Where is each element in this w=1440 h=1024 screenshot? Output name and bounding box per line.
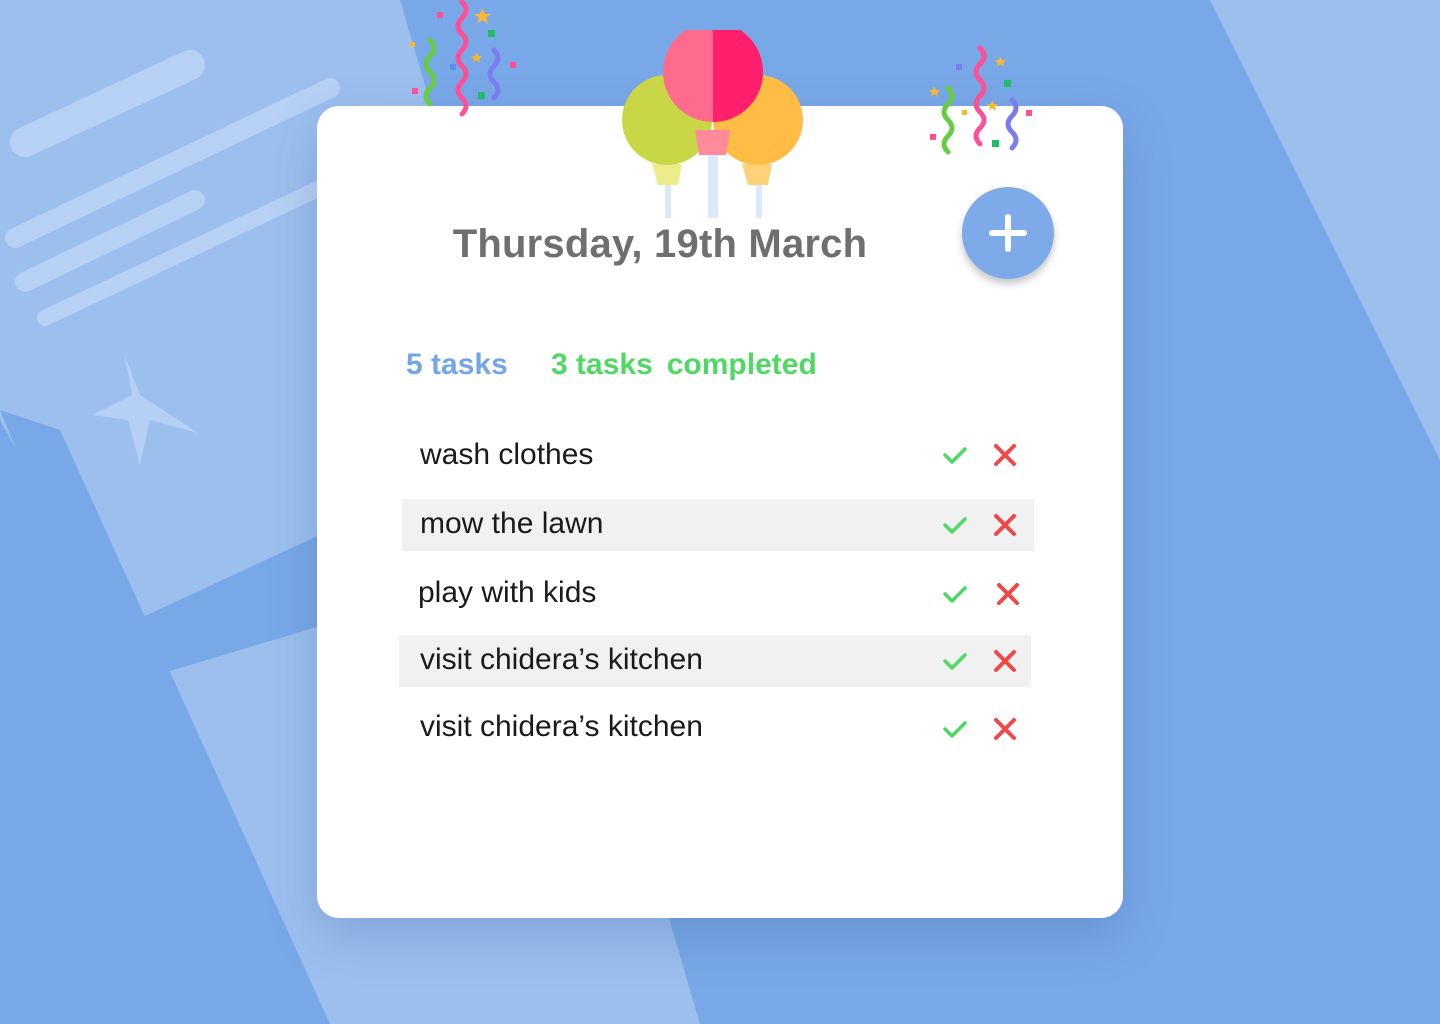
- close-icon: [994, 718, 1016, 740]
- complete-task-button[interactable]: [940, 714, 970, 744]
- completed-tasks-count: 3 tasks: [551, 348, 653, 381]
- total-tasks-count: 5 tasks: [406, 348, 508, 381]
- task-row[interactable]: visit chidera’s kitchen: [399, 635, 1031, 687]
- check-icon: [943, 447, 967, 464]
- close-icon: [994, 444, 1016, 466]
- close-icon: [994, 514, 1016, 536]
- confetti-icon: [410, 0, 516, 117]
- check-icon: [943, 586, 967, 603]
- task-label: mow the lawn: [420, 507, 604, 540]
- delete-task-button[interactable]: [990, 440, 1020, 470]
- plus-icon: [989, 214, 1027, 252]
- task-label: visit chidera’s kitchen: [420, 710, 703, 743]
- complete-task-button[interactable]: [940, 579, 970, 609]
- check-icon: [943, 517, 967, 534]
- complete-task-button[interactable]: [940, 510, 970, 540]
- complete-task-button[interactable]: [940, 646, 970, 676]
- close-icon: [997, 583, 1019, 605]
- task-label: play with kids: [418, 576, 597, 609]
- task-label: wash clothes: [420, 438, 594, 471]
- delete-task-button[interactable]: [990, 714, 1020, 744]
- page-title: Thursday, 19th March: [452, 222, 868, 266]
- delete-task-button[interactable]: [990, 646, 1020, 676]
- delete-task-button[interactable]: [993, 579, 1023, 609]
- check-icon: [943, 653, 967, 670]
- balloons-icon: [622, 30, 803, 218]
- task-label: visit chidera’s kitchen: [420, 643, 703, 676]
- completed-label: completed: [666, 348, 817, 381]
- completed-tasks-summary: 3 tasks completed: [551, 348, 817, 382]
- check-icon: [943, 721, 967, 738]
- close-icon: [994, 650, 1016, 672]
- complete-task-button[interactable]: [940, 440, 970, 470]
- delete-task-button[interactable]: [990, 510, 1020, 540]
- add-task-button[interactable]: [962, 187, 1054, 279]
- confetti-icon: [929, 45, 1032, 155]
